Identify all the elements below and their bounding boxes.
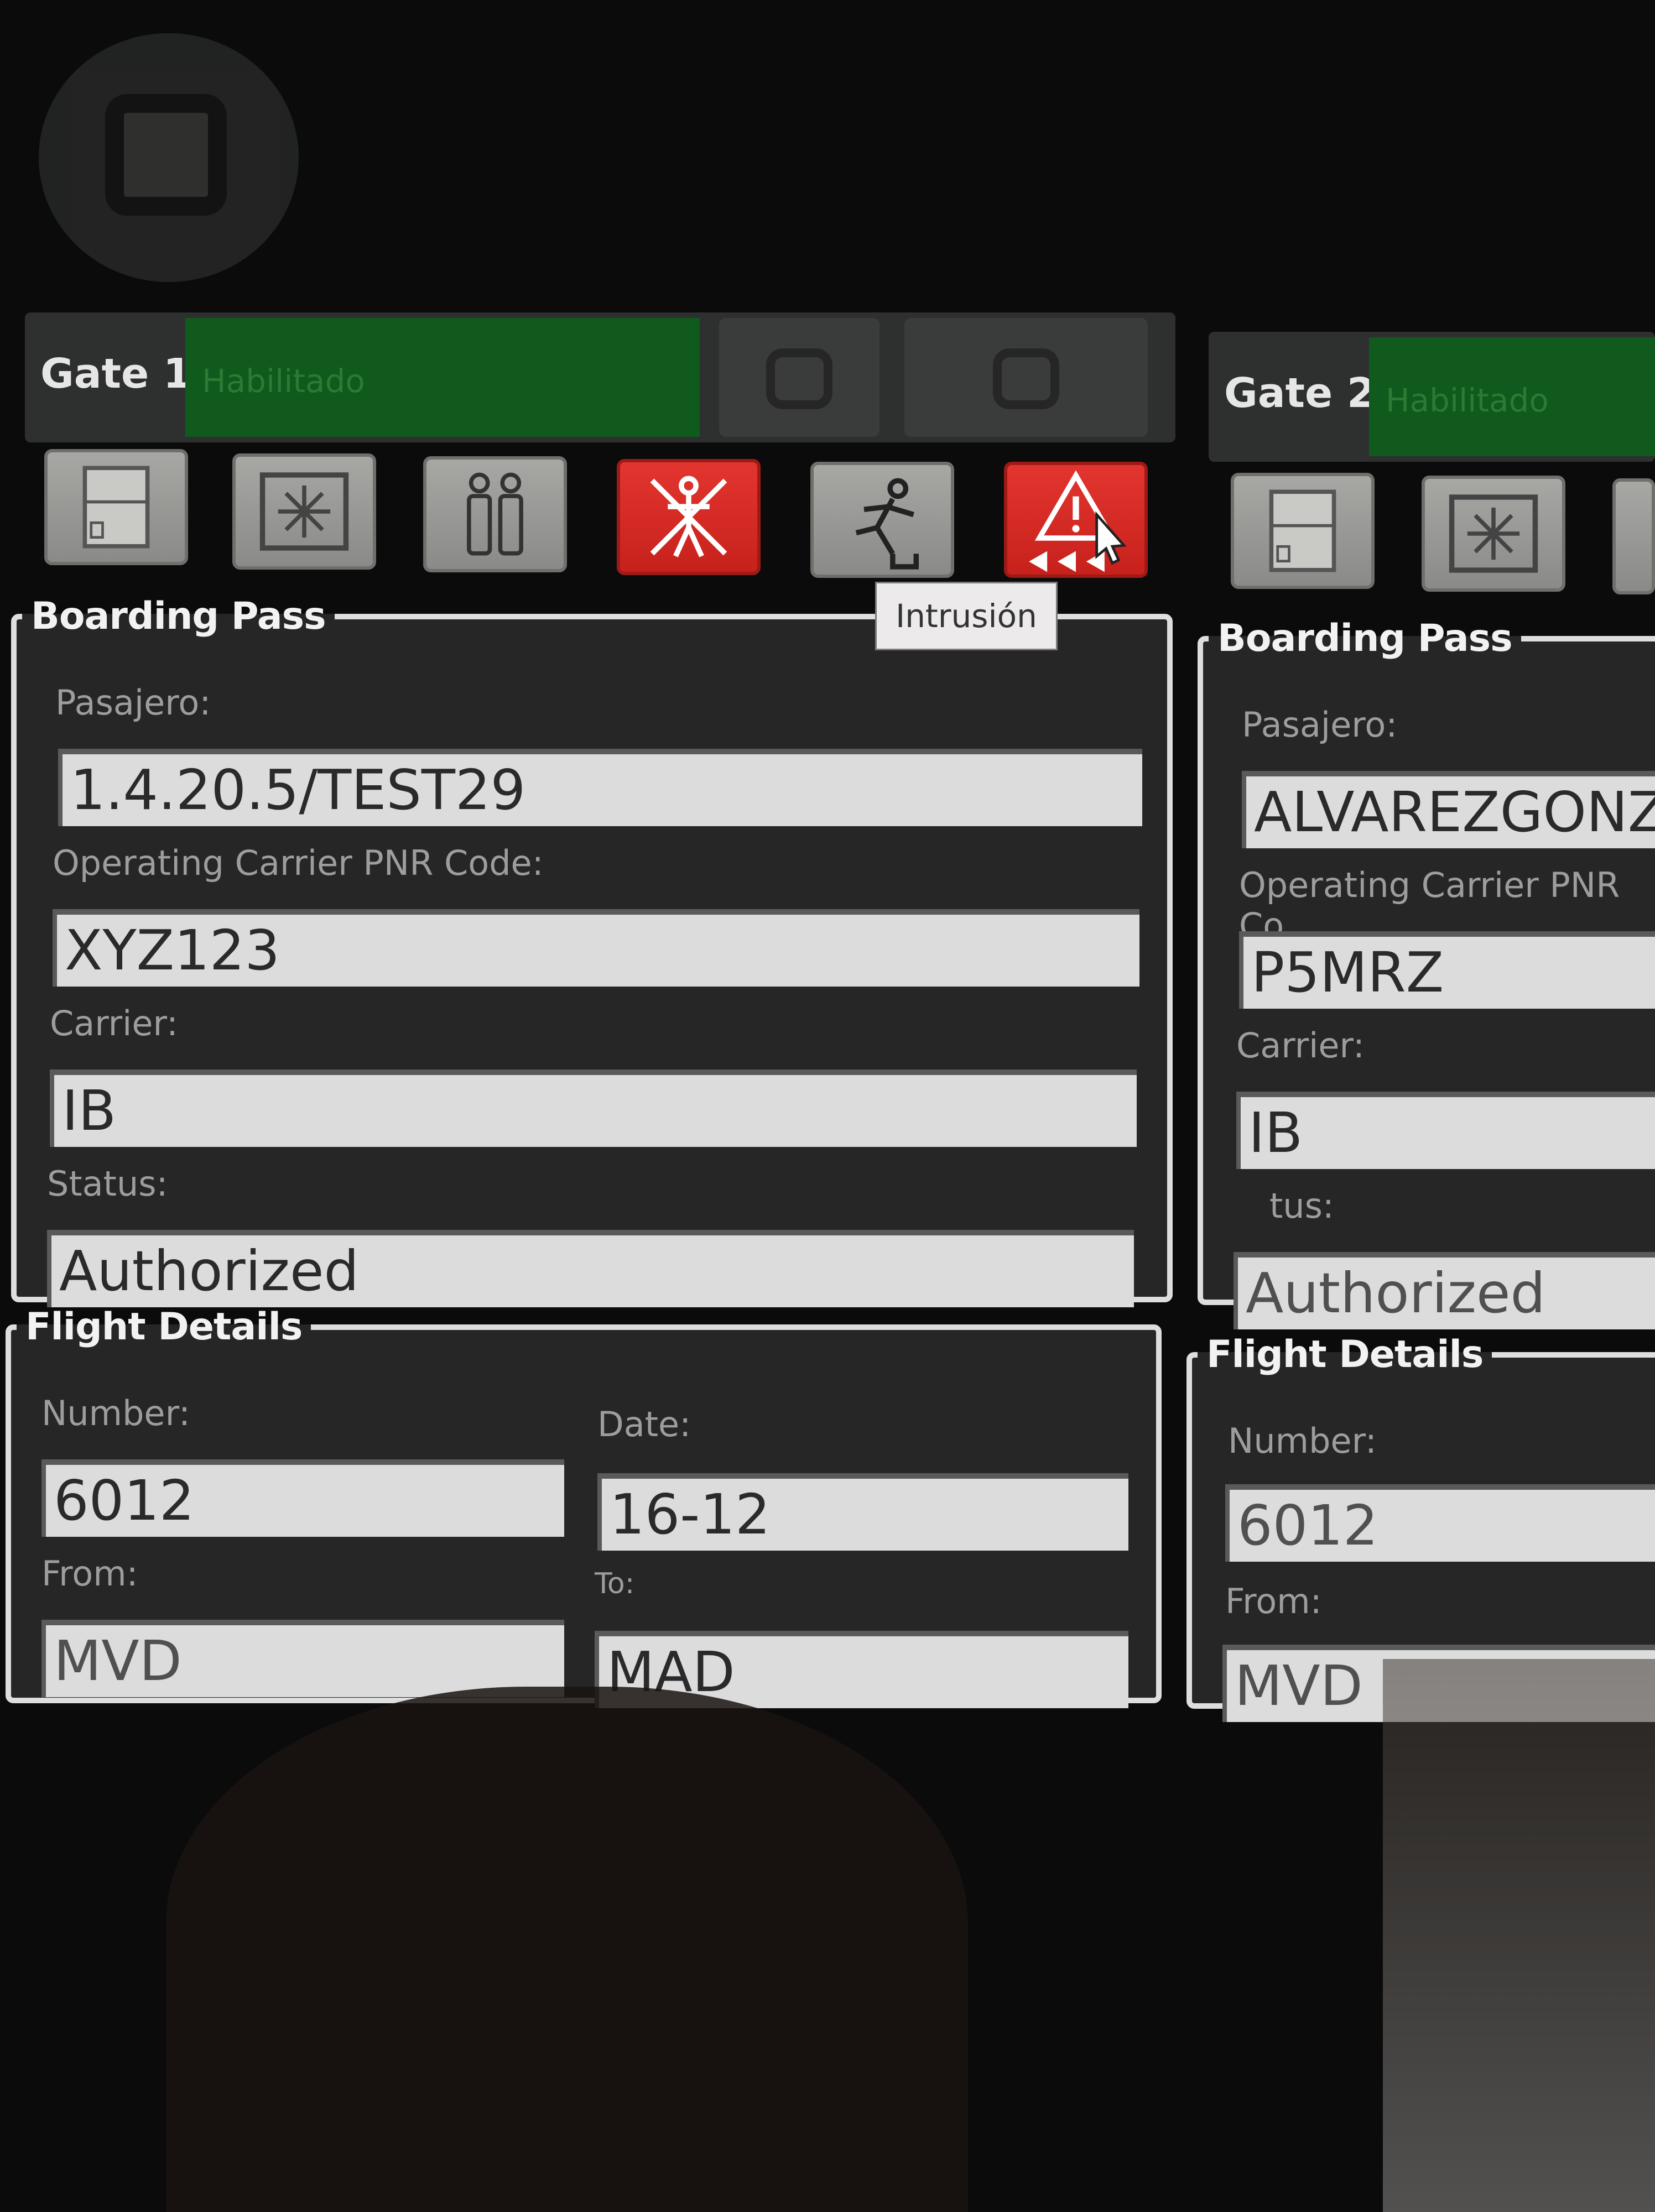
gate-1-no-person-alarm-button[interactable] — [617, 459, 761, 575]
gate-1-running-person-button[interactable] — [810, 462, 954, 578]
gate-1-date-label: Date: — [597, 1404, 691, 1444]
gate-2-from-label: From: — [1225, 1581, 1322, 1621]
gate-2-carrier-label: Carrier: — [1236, 1025, 1365, 1066]
gate-2-boarding-pass-panel: Boarding Pass Pasajero: ALVAREZGONZA Ope… — [1198, 617, 1655, 1329]
gate-2-status-text: Habilitado — [1386, 382, 1549, 419]
scanner-icon — [259, 472, 349, 551]
gate-2-boarding-pass-title: Boarding Pass — [1217, 617, 1513, 660]
gate-1-number-label: Number: — [41, 1393, 190, 1433]
gate-1-to-label: To: — [595, 1567, 635, 1600]
gate-1-scanner-button[interactable] — [232, 453, 376, 570]
camera-icon — [993, 348, 1059, 409]
gate-1-header: Gate 1 Habilitado — [25, 312, 1175, 442]
people-icon — [467, 472, 523, 556]
gate-2-flight-details-panel: Flight Details Number: 6012 From: MVD — [1186, 1333, 1655, 1722]
gate-2-carrier-field[interactable]: IB — [1236, 1092, 1655, 1169]
gate-1-passenger-field[interactable]: 1.4.20.5/TEST29 — [58, 749, 1142, 826]
gate-2-status-field[interactable]: Authorized — [1234, 1252, 1655, 1329]
warning-alarm-icon — [1029, 470, 1127, 572]
hand-icon — [766, 348, 832, 409]
app-logo — [39, 33, 299, 282]
gate-1-status-field[interactable]: Authorized — [47, 1230, 1134, 1307]
gate-1-boarding-pass-panel: Boarding Pass Pasajero: 1.4.20.5/TEST29 … — [11, 594, 1173, 1307]
gate-1-camera-button[interactable] — [904, 318, 1148, 437]
gate-1-warning-alarm-button[interactable] — [1004, 462, 1148, 578]
gate-1-people-button[interactable] — [423, 456, 567, 572]
gate-2-next-button[interactable] — [1612, 478, 1655, 594]
gate-1-status-bar: Habilitado — [185, 318, 700, 437]
gate-1-status-label: Status: — [47, 1164, 168, 1204]
gate-1-flight-details-panel: Flight Details Number: 6012 Date: 16-12 … — [6, 1305, 1162, 1708]
gate-1-date-field[interactable]: 16-12 — [597, 1473, 1128, 1551]
gate-1-carrier-field[interactable]: IB — [50, 1070, 1137, 1147]
door-icon — [82, 466, 150, 549]
gate-2-status-bar: Habilitado — [1369, 337, 1655, 456]
gate-2-pnr-field[interactable]: P5MRZ — [1239, 931, 1655, 1009]
intrusion-tooltip: Intrusión — [875, 582, 1058, 650]
gate-1-label: Gate 1 — [40, 350, 192, 398]
gate-1-from-field[interactable]: MVD — [41, 1620, 564, 1697]
gate-2-scanner-button[interactable] — [1422, 476, 1565, 592]
gate-1-status-text: Habilitado — [202, 362, 365, 400]
door-icon — [1269, 489, 1336, 572]
gate-1-pnr-label: Operating Carrier PNR Code: — [53, 843, 544, 883]
gate-2-door-button[interactable] — [1231, 473, 1375, 589]
gate-1-from-label: From: — [41, 1553, 138, 1594]
scanner-icon — [1449, 494, 1538, 573]
gate-1-boarding-pass-title: Boarding Pass — [31, 594, 326, 638]
gate-2-passenger-label: Pasajero: — [1242, 705, 1398, 745]
gate-1-carrier-label: Carrier: — [50, 1003, 178, 1044]
gate-2-number-label: Number: — [1228, 1421, 1377, 1461]
gate-1-passenger-label: Pasajero: — [55, 682, 211, 723]
gate-1-number-field[interactable]: 6012 — [41, 1459, 564, 1537]
gate-2-flight-details-title: Flight Details — [1206, 1333, 1484, 1376]
gate-2-label: Gate 2 — [1224, 369, 1376, 417]
running-person-icon — [855, 478, 919, 570]
gate-1-door-button[interactable] — [44, 449, 188, 565]
no-person-alarm-icon — [650, 476, 727, 557]
gate-1-hand-button[interactable] — [719, 318, 879, 437]
gate-2-header: Gate 2 Habilitado — [1209, 332, 1655, 462]
screen-glare — [1383, 1659, 1655, 2212]
gate-2-number-field[interactable]: 6012 — [1225, 1484, 1655, 1562]
gate-1-pnr-field[interactable]: XYZ123 — [53, 909, 1139, 987]
gate-2-status-label: tus: — [1269, 1186, 1334, 1226]
gate-2-passenger-field[interactable]: ALVAREZGONZA — [1242, 771, 1655, 848]
gate-1-flight-details-title: Flight Details — [25, 1305, 303, 1349]
screen-reflection — [166, 1687, 968, 2212]
